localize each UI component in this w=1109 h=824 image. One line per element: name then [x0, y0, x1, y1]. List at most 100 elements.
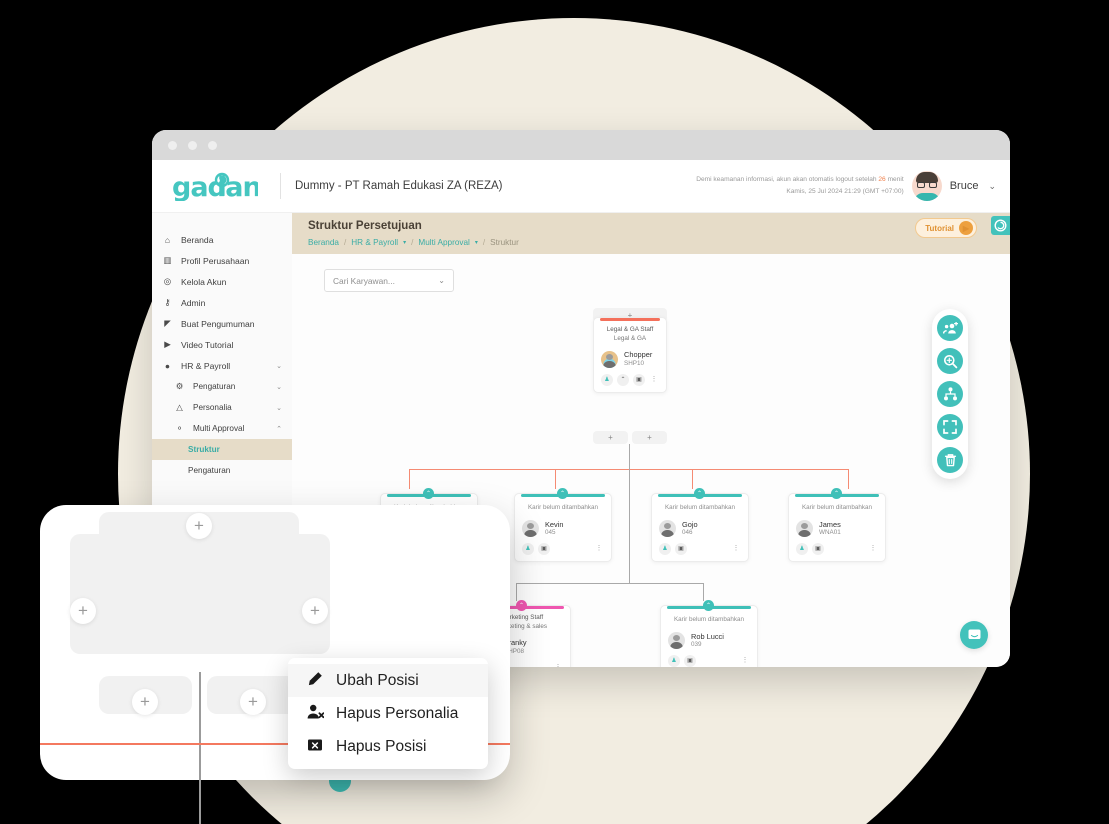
sidebar-label: Beranda: [181, 234, 214, 245]
image-icon[interactable]: ▣: [675, 542, 687, 555]
node-person: Kevin 045: [515, 518, 611, 543]
add-people-icon: [942, 321, 958, 334]
node-avatar-placeholder: [796, 520, 813, 538]
sidebar-item-multi-approval[interactable]: ⚬ Multi Approval ⌃: [152, 418, 292, 439]
org-node-2[interactable]: Karir belum ditambahkan Kevin 045 ♟ ▣ ⋮: [514, 493, 612, 562]
delete-button[interactable]: [937, 447, 963, 473]
account-icon: ◎: [163, 276, 172, 286]
hierarchy-button[interactable]: [937, 381, 963, 407]
node-empty-position: Karir belum ditambahkan: [527, 503, 598, 511]
mag-add-left-button[interactable]: +: [70, 598, 96, 624]
sidebar-item-pengaturan-approval[interactable]: Pengaturan: [152, 460, 292, 481]
window-close-dot[interactable]: [168, 140, 177, 150]
collapse-toggle-node-6[interactable]: ⌃: [703, 600, 714, 611]
assign-person-icon[interactable]: ♟: [659, 542, 671, 555]
sidebar-item-hr-payroll[interactable]: ● HR & Payroll ⌄: [152, 355, 292, 376]
node-avatar-placeholder: [522, 520, 539, 538]
sidebar-label: Pengaturan: [193, 382, 236, 391]
node-actions: ♟ ▣ ⋮: [652, 542, 748, 561]
app-header: gad ian Dummy - PT Ramah Edukasi ZA (REZ…: [152, 160, 1010, 213]
collapse-toggle-node-3[interactable]: ⌃: [694, 488, 705, 499]
zoom-search-icon: [943, 354, 957, 368]
collapse-toggle-node-1[interactable]: ⌃: [423, 488, 434, 499]
window-minimize-dot[interactable]: [188, 140, 197, 150]
image-icon[interactable]: ▣: [538, 542, 550, 555]
node-person-id: 039: [691, 641, 702, 649]
fullscreen-button[interactable]: [937, 414, 963, 440]
trash-icon: [944, 454, 956, 467]
user-menu-chevron-down-icon[interactable]: ⌄: [988, 181, 996, 192]
window-maximize-dot[interactable]: [208, 140, 217, 150]
mag-add-below-right-button[interactable]: +: [240, 689, 266, 715]
sidebar-label: Pengaturan: [188, 466, 231, 475]
node-actions: ♟ ▣ ⋮: [515, 542, 611, 561]
image-icon[interactable]: ▣: [633, 373, 645, 386]
node-kebab-menu-icon[interactable]: ⋮: [553, 664, 563, 667]
mag-add-below-left-button[interactable]: +: [132, 689, 158, 715]
add-sibling-left-root[interactable]: +: [593, 431, 628, 444]
assign-person-icon[interactable]: ♟: [796, 542, 808, 555]
node-kebab-menu-icon[interactable]: ⋮: [731, 545, 741, 552]
sidebar-label: Buat Pengumuman: [181, 318, 255, 329]
sidebar-label: Multi Approval: [193, 424, 245, 433]
node-person-id: SHP10: [624, 360, 644, 368]
user-avatar[interactable]: [911, 171, 942, 201]
add-people-button[interactable]: [937, 315, 963, 341]
context-menu-item-ubah-posisi[interactable]: Ubah Posisi: [288, 664, 488, 697]
collapse-icon[interactable]: ⌃: [617, 373, 629, 386]
node-empty-position: Karir belum ditambahkan: [801, 503, 872, 511]
collapse-toggle-node-2[interactable]: ⌃: [557, 488, 568, 499]
current-datetime: Kamis, 25 Jul 2024 21:29 (GMT +07:00): [786, 188, 904, 195]
org-node-root[interactable]: Legal & GA Staff Legal & GA Chopper SHP1…: [593, 317, 667, 393]
gear-icon: ⚙: [175, 381, 184, 391]
node-department: Legal & GA: [613, 334, 647, 342]
node-kebab-menu-icon[interactable]: ⋮: [594, 545, 604, 552]
sidebar-item-buat-pengumuman[interactable]: ◤ Buat Pengumuman: [152, 313, 292, 334]
zoom-search-button[interactable]: [937, 348, 963, 374]
org-node-3[interactable]: Karir belum ditambahkan Gojo 046 ♟ ▣ ⋮: [651, 493, 749, 562]
sidebar-item-kelola-akun[interactable]: ◎ Kelola Akun: [152, 271, 292, 292]
add-sibling-right-root[interactable]: +: [632, 431, 667, 444]
mag-add-above-button[interactable]: +: [186, 513, 212, 539]
collapse-toggle-node-5[interactable]: ⌃: [516, 600, 527, 611]
mag-add-right-button[interactable]: +: [302, 598, 328, 624]
assign-person-icon[interactable]: ♟: [522, 542, 534, 555]
context-menu-item-hapus-posisi[interactable]: Hapus Posisi: [288, 730, 488, 763]
assign-person-icon[interactable]: ♟: [668, 654, 680, 667]
sidebar-item-struktur[interactable]: Struktur: [152, 439, 292, 460]
node-empty-position: Karir belum ditambahkan: [664, 503, 735, 511]
node-person: Rob Lucci 039: [661, 630, 757, 655]
sitemap-icon: ⚬: [175, 423, 184, 433]
node-person-name: Gojo: [682, 519, 698, 529]
sidebar-item-beranda[interactable]: ⌂ Beranda: [152, 229, 292, 250]
image-icon[interactable]: ▣: [684, 654, 696, 667]
sidebar-label: Struktur: [188, 445, 220, 454]
node-person-name: Chopper: [624, 350, 653, 360]
org-node-6[interactable]: Karir belum ditambahkan Rob Lucci 039 ♟ …: [660, 605, 758, 667]
sidebar-item-admin[interactable]: ⚷ Admin: [152, 292, 292, 313]
svg-text:ian: ian: [217, 172, 258, 201]
security-notice: Demi keamanan informasi, akun akan otoma…: [696, 174, 903, 197]
node-kebab-menu-icon[interactable]: ⋮: [740, 657, 750, 664]
chevron-down-icon: ⌄: [276, 404, 282, 412]
sidebar-item-video-tutorial[interactable]: ▶ Video Tutorial: [152, 334, 292, 355]
chat-bubble-icon: [968, 629, 980, 639]
node-kebab-menu-icon[interactable]: ⋮: [649, 376, 659, 383]
sidebar-item-personalia[interactable]: △ Personalia ⌄: [152, 397, 292, 418]
chat-bubble-button[interactable]: [960, 621, 988, 649]
user-name[interactable]: Bruce: [950, 180, 979, 192]
node-avatar-placeholder: [659, 520, 676, 538]
collapse-toggle-node-4[interactable]: ⌃: [831, 488, 842, 499]
sidebar-item-pengaturan[interactable]: ⚙ Pengaturan ⌄: [152, 376, 292, 397]
context-menu-item-hapus-personalia[interactable]: Hapus Personalia: [288, 697, 488, 730]
node-kebab-menu-icon[interactable]: ⋮: [868, 545, 878, 552]
org-node-4[interactable]: Karir belum ditambahkan James WNA01 ♟ ▣ …: [788, 493, 886, 562]
context-menu-label: Ubah Posisi: [336, 671, 419, 689]
sidebar-item-profil-perusahaan[interactable]: ▥ Profil Perusahaan: [152, 250, 292, 271]
gadjian-logo[interactable]: gad ian: [172, 171, 272, 201]
delete-box-icon: [306, 737, 324, 756]
avatar-glasses: [916, 182, 937, 188]
connector-drop-4: [848, 469, 850, 489]
assign-person-icon[interactable]: ♟: [601, 373, 613, 386]
image-icon[interactable]: ▣: [812, 542, 824, 555]
